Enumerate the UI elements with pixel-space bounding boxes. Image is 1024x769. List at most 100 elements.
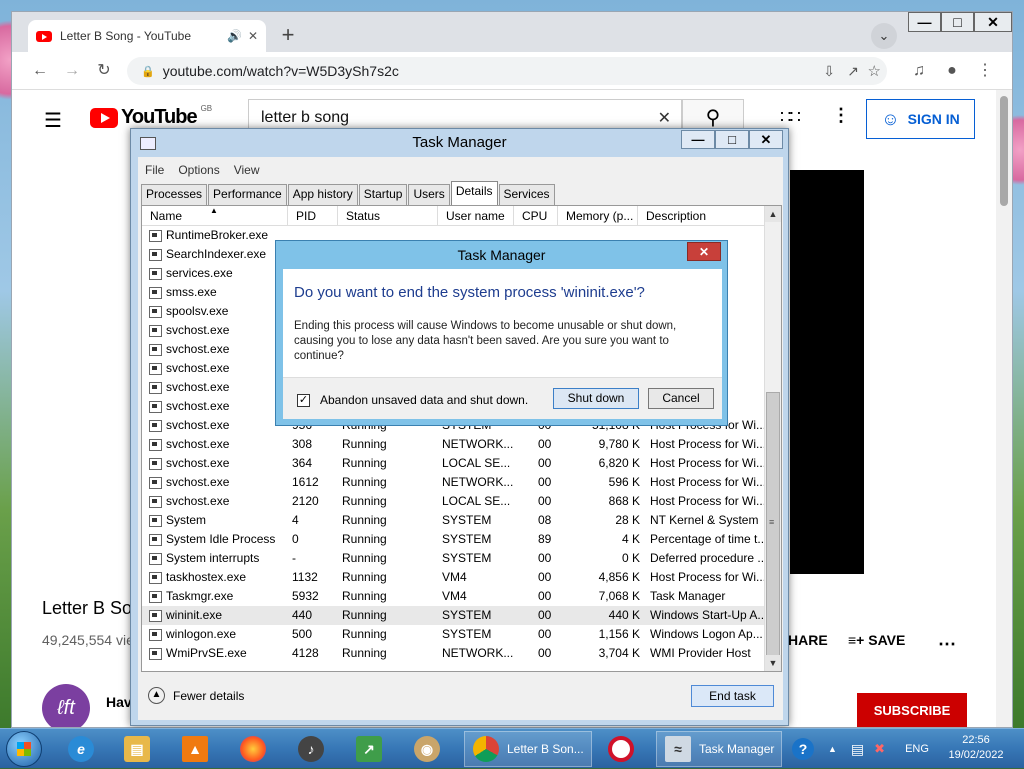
tab-search-button[interactable]: ⌄ (871, 23, 897, 49)
taskbar-vlc[interactable]: ▲ (172, 731, 226, 767)
table-row[interactable]: System 4 Running SYSTEM 08 28 K NT Kernel & Sy… (142, 511, 766, 530)
table-row[interactable]: winlogon.exe 500 Running SYSTEM 00 1,156 K Win… (142, 625, 766, 644)
tm-close-button[interactable]: ✕ (749, 130, 783, 149)
col-name[interactable]: Name ▲ (142, 206, 288, 226)
install-icon[interactable]: ⇩ (823, 63, 835, 80)
table-row[interactable]: wininit.exe 440 Running SYSTEM 00 440 K Window… (142, 606, 766, 625)
process-name: System (142, 511, 288, 530)
bookmark-star-icon[interactable]: ☆ (868, 62, 881, 80)
youtube-logo[interactable]: YouTube GB (90, 104, 212, 129)
lock-icon[interactable]: 🔒 (141, 65, 155, 78)
table-scrollbar[interactable]: ▲ ≡ ▼ (764, 206, 781, 671)
process-memory: 6,820 K (598, 456, 640, 470)
col-pid[interactable]: PID (288, 206, 338, 226)
taskbar-taskmgr[interactable]: ≈ Task Manager (656, 731, 782, 767)
volume-muted-icon[interactable]: ✖ (874, 741, 885, 757)
new-tab-button[interactable]: + (275, 23, 301, 49)
help-icon[interactable]: ? (792, 738, 814, 760)
table-row[interactable]: WmiPrvSE.exe 4128 Running NETWORK... 00 3,704… (142, 644, 766, 663)
end-task-button[interactable]: End task (691, 685, 774, 707)
close-window-button[interactable]: ✕ (974, 12, 1012, 32)
col-memory[interactable]: Memory (p... (558, 206, 638, 226)
fewer-details-link[interactable]: ▲ Fewer details (148, 687, 244, 704)
apps-grid-icon[interactable]: ∷∷ (780, 107, 801, 128)
table-row[interactable]: Taskmgr.exe 5932 Running VM4 00 7,068 K Task M… (142, 587, 766, 606)
table-row[interactable]: svchost.exe 364 Running LOCAL SE... 00 6,820 … (142, 454, 766, 473)
close-tab-icon[interactable]: ✕ (248, 29, 258, 43)
taskbar-opera[interactable] (598, 731, 652, 767)
channel-avatar[interactable]: ℓft (42, 684, 90, 727)
col-user[interactable]: User name (438, 206, 514, 226)
clock[interactable]: 22:56 19/02/2022 (946, 733, 1006, 763)
menu-kebab-icon[interactable]: ⋮ (974, 60, 996, 82)
forward-icon[interactable]: → (61, 60, 83, 82)
cancel-button[interactable]: Cancel (648, 388, 714, 409)
process-name: svchost.exe (142, 340, 288, 359)
maximize-button[interactable]: □ (941, 12, 974, 32)
tab-details[interactable]: Details (450, 181, 498, 205)
menu-file[interactable]: File (145, 159, 164, 181)
table-row[interactable]: svchost.exe 2120 Running LOCAL SE... 00 868 K… (142, 492, 766, 511)
menu-view[interactable]: View (234, 159, 260, 181)
taskbar-remote[interactable]: ↗ (346, 731, 400, 767)
col-cpu[interactable]: CPU (514, 206, 558, 226)
table-row[interactable]: System Idle Process 0 Running SYSTEM 89 4 K Pe… (142, 530, 766, 549)
tab-services[interactable]: Services (498, 184, 555, 205)
start-button[interactable] (6, 731, 42, 767)
tm-maximize-button[interactable]: □ (715, 130, 749, 149)
tab-users[interactable]: Users (408, 184, 450, 205)
network-icon[interactable]: ▤ (851, 741, 864, 758)
browser-tab[interactable]: Letter B Song - YouTube 🔊 ✕ (28, 20, 266, 52)
subscribe-button[interactable]: SUBSCRIBE (857, 693, 967, 727)
table-scrollbar-thumb[interactable]: ≡ (766, 392, 780, 658)
reload-icon[interactable]: ↻ (93, 60, 115, 82)
table-row[interactable]: System interrupts - Running SYSTEM 00 0 K Defe… (142, 549, 766, 568)
taskbar-chrome[interactable]: Letter B Son... (464, 731, 592, 767)
col-description[interactable]: Description (638, 206, 766, 226)
channel-name[interactable]: Hav (106, 694, 132, 710)
scroll-down-icon[interactable]: ▼ (765, 655, 781, 671)
taskbar-microphone[interactable]: ♪ (288, 731, 342, 767)
address-bar[interactable]: 🔒 youtube.com/watch?v=W5D3ySh7s2c ⇩ ↗ ☆ (127, 57, 887, 85)
abandon-data-checkbox[interactable]: ✓ (297, 394, 310, 407)
process-name: smss.exe (142, 283, 288, 302)
table-row[interactable]: taskhostex.exe 1132 Running VM4 00 4,856 K Hos… (142, 568, 766, 587)
more-actions-icon[interactable]: ⋯ (938, 634, 956, 655)
video-player[interactable] (790, 170, 864, 574)
scroll-up-icon[interactable]: ▲ (765, 206, 781, 222)
process-status: Running (342, 513, 387, 527)
save-button[interactable]: ≡+ SAVE (848, 632, 905, 648)
share-button[interactable]: HARE (788, 632, 828, 648)
media-control-icon[interactable]: ♫ (908, 60, 930, 82)
shut-down-button[interactable]: Shut down (553, 388, 639, 409)
table-row[interactable]: svchost.exe 308 Running NETWORK... 00 9,780 K… (142, 435, 766, 454)
page-scrollbar-thumb[interactable] (1000, 96, 1008, 206)
sign-in-button[interactable]: ☺ SIGN IN (866, 99, 975, 139)
tab-app-history[interactable]: App history (287, 184, 358, 205)
abandon-data-label[interactable]: Abandon unsaved data and shut down. (320, 393, 528, 407)
taskbar-explorer[interactable]: ▤ (114, 731, 168, 767)
tm-minimize-button[interactable]: — (681, 130, 715, 149)
page-scrollbar[interactable] (996, 90, 1012, 727)
taskbar-paint[interactable]: ◉ (404, 731, 458, 767)
minimize-button[interactable]: — (908, 12, 941, 32)
tab-processes[interactable]: Processes (141, 184, 208, 205)
speaker-icon[interactable]: 🔊 (227, 29, 242, 43)
language-indicator[interactable]: ENG (905, 743, 929, 755)
menu-options[interactable]: Options (178, 159, 219, 181)
tab-startup[interactable]: Startup (358, 184, 408, 205)
taskbar-ie[interactable]: e (58, 731, 112, 767)
tray-expand-icon[interactable]: ▲ (828, 744, 837, 754)
dialog-close-button[interactable]: ✕ (687, 242, 721, 261)
taskbar-firefox[interactable] (230, 731, 284, 767)
table-row[interactable]: svchost.exe 1612 Running NETWORK... 00 596 K H… (142, 473, 766, 492)
hamburger-icon[interactable]: ☰ (44, 108, 62, 133)
tab-performance[interactable]: Performance (208, 184, 287, 205)
process-icon (149, 419, 162, 432)
clear-search-icon[interactable]: ✕ (658, 108, 671, 128)
settings-kebab-icon[interactable]: ⋮ (832, 105, 850, 126)
back-icon[interactable]: ← (29, 60, 51, 82)
share-icon[interactable]: ↗ (847, 63, 859, 80)
col-status[interactable]: Status (338, 206, 438, 226)
profile-icon[interactable]: ● (941, 60, 963, 82)
